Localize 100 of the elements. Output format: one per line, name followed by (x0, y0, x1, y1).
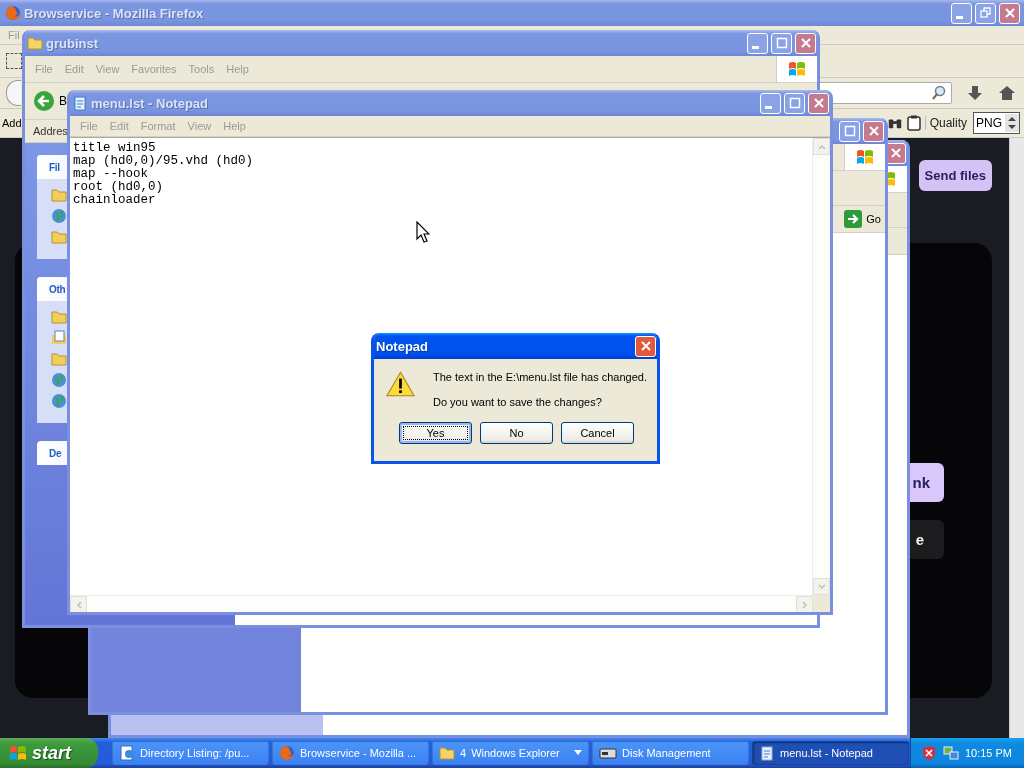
start-button[interactable]: start (0, 738, 98, 768)
taskbar-button[interactable]: menu.lst - Notepad (752, 741, 909, 765)
dialog-button[interactable]: No (480, 422, 553, 444)
scroll-down-button[interactable] (813, 578, 830, 595)
page-button[interactable]: e (910, 520, 944, 559)
firefox-icon (5, 5, 21, 21)
group-count: 4 (460, 747, 467, 759)
restore-button[interactable] (975, 2, 996, 24)
window-title: menu.lst - Notepad (91, 95, 209, 111)
menu-item[interactable]: Format (134, 120, 182, 132)
windows-logo-icon (787, 59, 807, 79)
folder-icon (27, 35, 43, 51)
menu-item[interactable]: Fil (2, 29, 26, 41)
close-icon (811, 96, 826, 110)
back-button[interactable]: B (33, 90, 67, 112)
warning-icon (386, 369, 415, 399)
folder-icon[interactable] (51, 351, 67, 367)
home-icon[interactable] (998, 84, 1016, 102)
close-icon (888, 146, 903, 160)
search-icon (931, 85, 947, 101)
taskbar-button[interactable]: Disk Management (592, 741, 749, 765)
close-button[interactable] (808, 92, 829, 114)
scroll-right-button[interactable] (796, 596, 813, 612)
menu-item[interactable]: Edit (58, 63, 90, 75)
scroll-up-button[interactable] (813, 138, 830, 155)
back-button[interactable] (6, 80, 21, 106)
text-line: map (hd0,0)/95.vhd (hd0) (73, 155, 254, 168)
address-label: Add (2, 117, 22, 129)
dialog-message: The text in the E:\menu.lst file has changed. (433, 371, 647, 383)
minimize-button[interactable] (951, 2, 972, 24)
minimize-icon (955, 16, 963, 19)
horizontal-scrollbar[interactable] (70, 595, 813, 612)
maximize-button[interactable] (784, 92, 805, 114)
caret-icon (574, 750, 582, 756)
taskbar-button[interactable]: 4 Windows Explorer (432, 741, 589, 765)
taskbar-button[interactable]: Directory Listing: /pu... (112, 741, 269, 765)
pane-title[interactable]: Oth (49, 283, 66, 295)
menu-item[interactable]: View (181, 120, 218, 132)
scroll-left-button[interactable] (70, 596, 87, 612)
close-button[interactable] (795, 32, 816, 54)
menu-item[interactable]: Help (220, 63, 255, 75)
menu-item[interactable]: File (29, 63, 59, 75)
close-button[interactable] (635, 335, 656, 357)
download-icon[interactable] (966, 84, 984, 102)
globe-icon[interactable] (51, 372, 67, 388)
maximize-button[interactable] (839, 120, 860, 142)
menu-item[interactable]: Tools (182, 63, 221, 75)
close-button[interactable] (999, 2, 1020, 24)
folder-icon[interactable] (51, 187, 67, 203)
address-label: Addres (33, 125, 68, 137)
window-title: Notepad (376, 338, 429, 354)
dialog-question: Do you want to save the changes? (433, 396, 603, 408)
task-label: Windows Explorer (471, 747, 561, 759)
notepad-icon (759, 745, 775, 761)
firefox-icon (279, 745, 295, 761)
maximize-icon (842, 124, 857, 138)
quality-select[interactable]: PNG (973, 112, 1020, 134)
menu-item[interactable]: Edit (103, 120, 135, 132)
go-button[interactable]: Go (844, 210, 883, 228)
window-title: grubinst (46, 35, 99, 51)
minimize-button[interactable] (747, 32, 768, 54)
task-label: Directory Listing: /pu... (140, 747, 251, 759)
minimize-button[interactable] (760, 92, 781, 114)
task-label: Browservice - Mozilla ... (300, 747, 418, 759)
notepad-icon (72, 95, 88, 111)
send-files-button[interactable]: Send files (918, 160, 992, 191)
size-grip[interactable] (813, 595, 830, 612)
clock: 10:15 PM (964, 747, 1012, 759)
spin-arrows-icon[interactable] (1005, 114, 1019, 132)
clipboard-icon[interactable] (904, 114, 923, 132)
maximize-icon (774, 36, 789, 50)
window-title: Browservice - Mozilla Firefox (24, 5, 205, 21)
globe-icon[interactable] (51, 208, 67, 224)
taskbar-button[interactable]: Browservice - Mozilla ... (272, 741, 429, 765)
text-line: chainloader (73, 194, 156, 207)
quality-label: Quality (924, 116, 971, 130)
folder-icon[interactable] (51, 309, 67, 325)
folder-icon[interactable] (51, 229, 67, 245)
menu-item[interactable]: Help (217, 120, 252, 132)
windows-logo-icon (8, 743, 28, 763)
globe-icon[interactable] (51, 393, 67, 409)
menu-item[interactable]: File (74, 120, 104, 132)
pane-title[interactable]: De (49, 447, 62, 459)
vertical-scrollbar[interactable] (812, 138, 830, 595)
dialog-button[interactable]: Yes (399, 422, 472, 444)
text-line: map --hook (73, 168, 148, 181)
menu-item[interactable]: Favorites (125, 63, 183, 75)
network-icon[interactable] (942, 745, 959, 761)
folder-icon (439, 745, 455, 761)
maximize-button[interactable] (771, 32, 792, 54)
close-icon (638, 339, 653, 353)
windows-logo-icon (855, 147, 875, 167)
pane-title[interactable]: Fil (49, 161, 60, 173)
scrollbar[interactable] (1009, 138, 1024, 738)
menu-item[interactable]: View (89, 63, 126, 75)
page-button[interactable]: nk (910, 463, 944, 502)
document-icon[interactable] (51, 330, 67, 346)
dialog-button[interactable]: Cancel (561, 422, 634, 444)
shield-icon[interactable] (920, 745, 937, 761)
close-icon (866, 124, 881, 138)
